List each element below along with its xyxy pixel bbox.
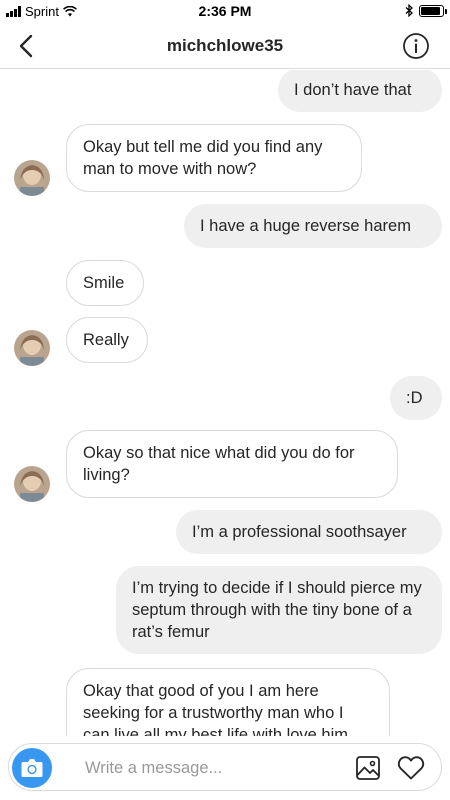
contact-avatar[interactable] [14,330,50,366]
message-text: Okay that good of you I am here seeking … [83,682,349,736]
received-message[interactable]: Okay that good of you I am here seeking … [66,668,390,736]
status-time: 2:36 PM [198,3,252,19]
sent-message[interactable]: :D [390,376,442,420]
message-text: Smile [83,274,125,292]
heart-icon [397,756,425,780]
camera-icon [21,759,43,777]
conversation-title[interactable]: michchlowe35 [0,36,450,56]
gallery-icon [356,756,380,780]
contact-avatar[interactable] [14,160,50,196]
received-message[interactable]: Really [66,317,148,363]
sent-message[interactable]: I don’t have that [278,70,442,112]
message-text: :D [406,389,423,407]
message-input[interactable] [85,756,335,780]
message-thread[interactable]: I don’t have that Okay but tell me did y… [0,70,450,736]
message-text: Okay so that nice what did you do for li… [83,444,355,484]
chat-header: michchlowe35 [0,24,450,69]
message-text: I have a huge reverse harem [200,217,411,235]
received-message[interactable]: Okay so that nice what did you do for li… [66,430,398,498]
received-message[interactable]: Okay but tell me did you find any man to… [66,124,362,192]
bluetooth-icon [405,4,413,17]
battery-level [421,6,440,15]
message-text: Really [83,331,129,349]
info-circle-icon [403,33,429,59]
status-right [405,4,447,17]
sent-message[interactable]: I have a huge reverse harem [184,204,442,248]
info-button[interactable] [402,32,430,60]
message-text: Okay but tell me did you find any man to… [83,138,323,178]
received-message[interactable]: Smile [66,260,144,306]
like-button[interactable] [397,755,425,781]
status-bar: Sprint 2:36 PM [0,0,450,24]
sent-message[interactable]: I’m trying to decide if I should pierce … [116,566,442,654]
sent-message[interactable]: I’m a professional soothsayer [176,510,442,554]
contact-avatar[interactable] [14,466,50,502]
message-text: I’m trying to decide if I should pierce … [132,579,422,641]
message-text: I don’t have that [294,81,412,99]
gallery-button[interactable] [355,755,381,781]
message-text: I’m a professional soothsayer [192,523,407,541]
battery-icon [419,4,447,17]
camera-button[interactable] [12,748,52,788]
message-composer [8,743,442,791]
